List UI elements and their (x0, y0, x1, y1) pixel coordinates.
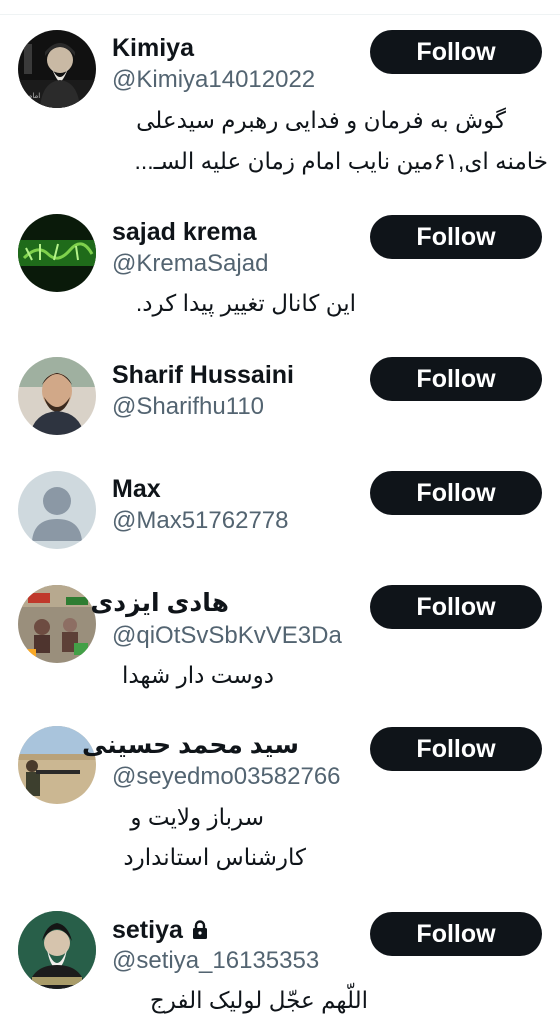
user-handle: @seyedmo03582766 (112, 763, 341, 790)
user-name[interactable]: sajad krema (112, 217, 257, 247)
user-name[interactable]: Kimiya (112, 33, 194, 63)
follow-button[interactable]: Follow (370, 357, 542, 401)
user-handle: @KremaSajad (112, 250, 269, 277)
user-bio-line: خامنه ای,۶۱مین نایب امام زمان علیه السـ.… (134, 148, 548, 174)
avatar[interactable] (18, 471, 96, 549)
avatar[interactable] (18, 357, 96, 435)
lock-icon (189, 918, 211, 948)
user-bio-line: سرباز ولایت و (130, 804, 264, 830)
follow-button[interactable]: Follow (370, 585, 542, 629)
user-name[interactable]: Max (112, 474, 161, 504)
user-bio-line: دوست دار شهدا (121, 662, 274, 688)
avatar[interactable] (18, 585, 96, 663)
follow-button[interactable]: Follow (370, 912, 542, 956)
user-handle: @Sharifhu110 (112, 393, 265, 420)
user-name-text: setiya (112, 916, 183, 944)
user-bio-line: گوش به فرمان و فدایی رهبرم سیدعلی (136, 107, 506, 133)
user-name[interactable]: Sharif Hussaini (112, 360, 294, 390)
follow-button[interactable]: Follow (370, 471, 542, 515)
avatar[interactable]: ﺍﻣﺎﻡ (18, 30, 96, 108)
svg-text:ﺍﻣﺎﻡ: ﺍﻣﺎﻡ (28, 93, 40, 100)
follow-button[interactable]: Follow (370, 727, 542, 771)
user-handle: @setiya_16135353 (112, 947, 320, 974)
user-name[interactable]: هادی ایزدی (90, 588, 229, 618)
user-bio-line: اللّهم عجّل لولیک الفرج (149, 987, 368, 1013)
user-handle: @qiOtSvSbKvVE3Da (112, 622, 342, 649)
user-list: ﺍﻣﺎﻡ Kimiya @Kimiya14012022 گوش به فرمان… (0, 0, 560, 1024)
avatar[interactable] (18, 214, 96, 292)
user-name[interactable]: setiya (112, 915, 211, 948)
user-name[interactable]: سید محمد حسینی (82, 730, 299, 760)
user-bio-line: کارشناس استاندارد (123, 844, 306, 870)
follow-button[interactable]: Follow (370, 215, 542, 259)
user-handle: @Kimiya14012022 (112, 66, 316, 93)
user-bio-line: این کانال تغییر پیدا کرد. (135, 290, 356, 316)
follow-button[interactable]: Follow (370, 30, 542, 74)
avatar[interactable] (18, 911, 96, 989)
user-handle: @Max51762778 (112, 507, 289, 534)
